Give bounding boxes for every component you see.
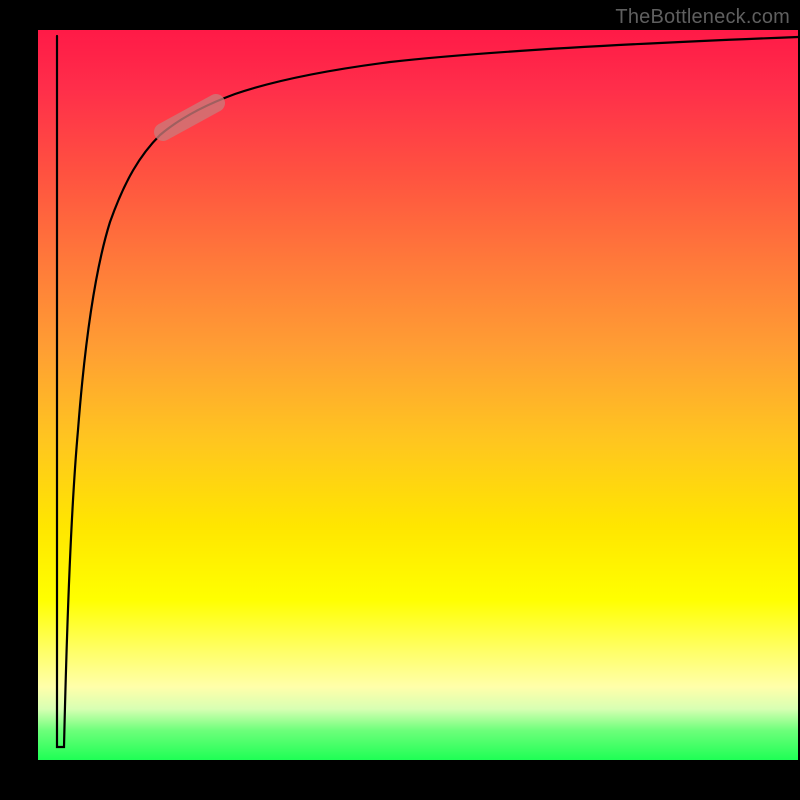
chart-canvas: TheBottleneck.com: [0, 0, 800, 800]
watermark-text: TheBottleneck.com: [615, 6, 790, 29]
plot-gradient-background: [38, 30, 798, 760]
